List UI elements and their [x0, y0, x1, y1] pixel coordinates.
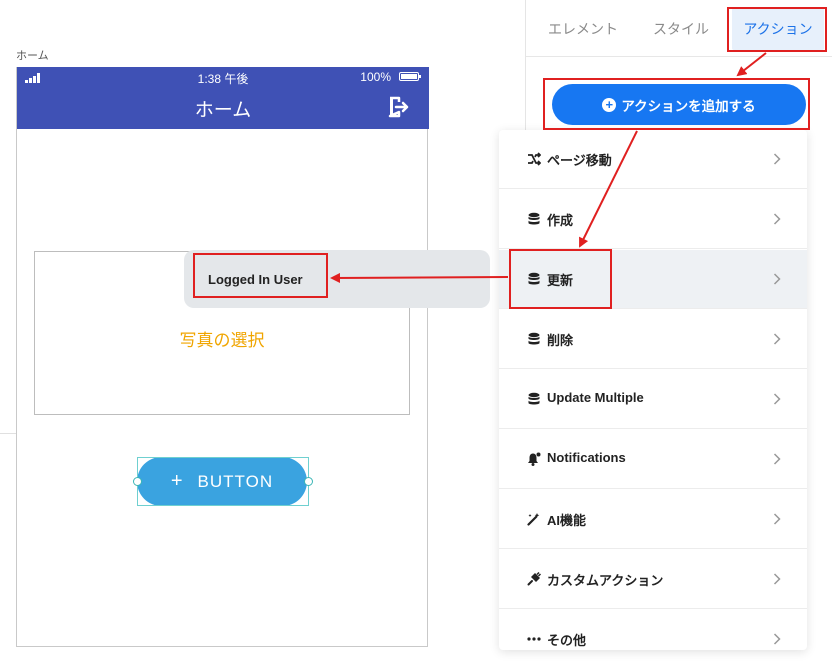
arrow-update-to-user [330, 272, 509, 283]
annotation-arrows [330, 52, 767, 283]
arrow-tab-to-add [736, 52, 767, 77]
arrow-add-to-update [579, 130, 638, 248]
